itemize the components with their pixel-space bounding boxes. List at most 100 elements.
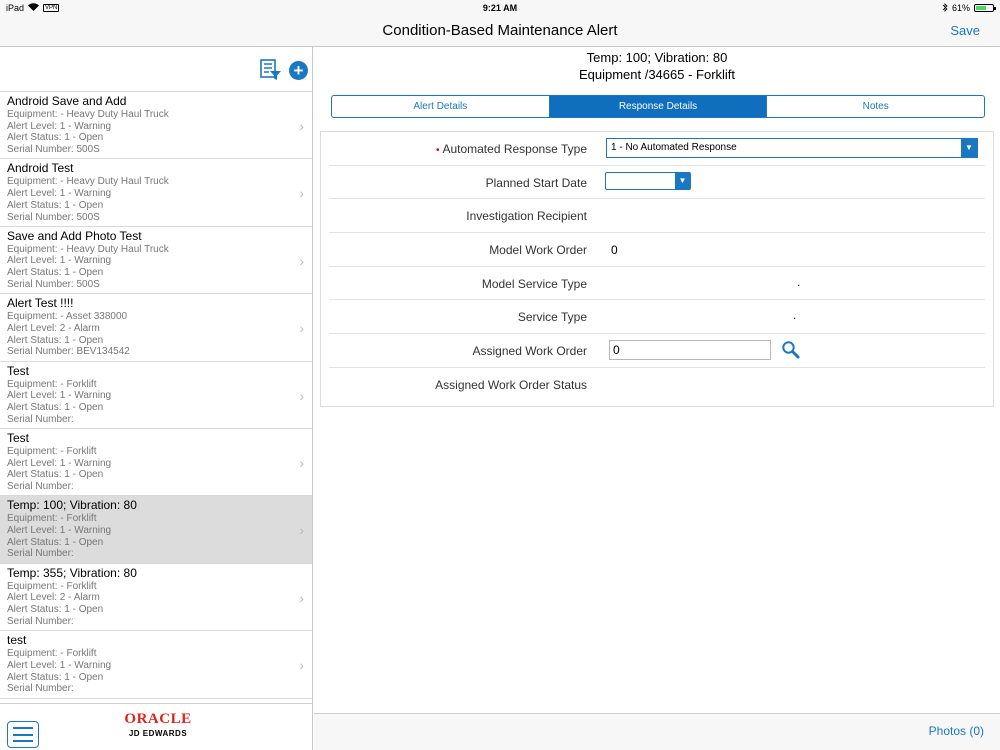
- alert-equipment: Equipment: - Forklift: [7, 445, 97, 457]
- alert-status: Alert Status: 1 - Open: [7, 132, 104, 144]
- automated-response-type-row: • Automated Response Type 1 - No Automate…: [329, 132, 985, 166]
- alert-level: Alert Level: 1 - Warning: [7, 188, 112, 200]
- dropdown-arrow-icon: ▼: [675, 172, 690, 189]
- alert-level: Alert Level: 1 - Warning: [7, 525, 112, 537]
- response-details-form: • Automated Response Type 1 - No Automate…: [320, 131, 994, 407]
- status-bar: iPad VPN 9:21 AM 61%: [0, 0, 1000, 16]
- left-footer: ORACLE JD EDWARDS: [0, 703, 312, 750]
- automated-response-type-select[interactable]: 1 - No Automated Response ▼: [606, 138, 978, 158]
- nav-bar: Condition-Based Maintenance Alert Save: [0, 16, 1000, 47]
- detail-alert-title: Temp: 100; Vibration: 80: [586, 50, 728, 65]
- list-toolbar: +: [0, 47, 312, 92]
- alert-list-item[interactable]: Test Equipment: - Forklift Alert Level: 1 …: [0, 362, 312, 429]
- chevron-right-icon: ›: [299, 387, 304, 404]
- alert-equipment: Equipment: - Forklift: [7, 648, 97, 660]
- chevron-right-icon: ›: [299, 252, 304, 269]
- chevron-right-icon: ›: [299, 185, 304, 202]
- add-circle-icon[interactable]: +: [289, 61, 308, 80]
- photos-button[interactable]: Photos (0): [929, 724, 984, 738]
- alert-level: Alert Level: 2 - Alarm: [7, 322, 100, 334]
- planned-start-date-picker[interactable]: ▼: [605, 171, 691, 190]
- alert-level: Alert Level: 1 - Warning: [7, 120, 112, 132]
- alert-list-item[interactable]: Save and Add Photo Test Equipment: - Heav…: [0, 227, 312, 295]
- alert-equipment: Equipment: - Asset 338000: [7, 311, 128, 323]
- logo-product: JD EDWARDS: [128, 729, 188, 738]
- alert-equipment: Equipment: - Heavy Duty Haul Truck: [7, 109, 169, 120]
- investigation-recipient-label: Investigation Recipient: [466, 209, 587, 224]
- save-button[interactable]: Save: [950, 23, 980, 38]
- model-service-type-value: .: [797, 274, 801, 289]
- tab-alert-details[interactable]: Alert Details: [332, 96, 550, 117]
- alert-equipment: Equipment: - Heavy Duty Haul Truck: [7, 176, 169, 188]
- alert-list-panel: + Android Save and Add Equipment: - Heavy…: [0, 47, 313, 750]
- investigation-recipient-row: Investigation Recipient: [329, 199, 985, 234]
- chevron-right-icon: ›: [299, 118, 304, 134]
- alert-serial: Serial Number: 500S: [7, 211, 100, 223]
- alert-serial: Serial Number:: [7, 615, 74, 627]
- planned-start-date-row: Planned Start Date ▼: [329, 166, 985, 200]
- alert-list-item[interactable]: Temp: 355; Vibration: 80 Equipment: - For…: [0, 564, 312, 632]
- automated-response-type-value: 1 - No Automated Response: [611, 142, 737, 153]
- tab-response-details[interactable]: Response Details: [549, 96, 768, 117]
- battery-icon: [974, 4, 996, 12]
- logo-brand: ORACLE: [124, 711, 192, 727]
- alert-status: Alert Status: 1 - Open: [7, 401, 104, 413]
- alert-level: Alert Level: 1 - Warning: [7, 659, 112, 671]
- planned-start-date-label: Planned Start Date: [485, 175, 587, 190]
- service-type-label: Service Type: [517, 310, 587, 325]
- tab-notes[interactable]: Notes: [767, 96, 984, 117]
- alert-level: Alert Level: 1 - Warning: [7, 457, 112, 469]
- alert-title: Temp: 100; Vibration: 80: [7, 498, 137, 513]
- alert-list-item[interactable]: Test Equipment: - Forklift Alert Level: 1 …: [0, 429, 312, 497]
- alert-list-item[interactable]: Android Test Equipment: - Heavy Duty Haul…: [0, 159, 312, 227]
- alert-status: Alert Status: 1 - Open: [7, 334, 104, 346]
- detail-equipment: Equipment /34665 - Forklift: [578, 67, 736, 82]
- hamburger-menu-icon[interactable]: [7, 721, 39, 748]
- alert-title: Android Save and Add: [7, 94, 127, 108]
- alert-equipment: Equipment: - Heavy Duty Haul Truck: [7, 243, 169, 255]
- chevron-right-icon: ›: [299, 522, 304, 539]
- alert-title: Test: [7, 363, 30, 378]
- chevron-right-icon: ›: [299, 454, 304, 471]
- chevron-right-icon: ›: [299, 589, 304, 606]
- alert-status: Alert Status: 1 - Open: [7, 536, 104, 548]
- assigned-work-order-row: Assigned Work Order: [329, 334, 985, 368]
- model-service-type-label: Model Service Type: [481, 276, 587, 291]
- filter-list-icon[interactable]: [260, 59, 282, 81]
- assigned-work-order-status-label: Assigned Work Order Status: [435, 377, 587, 392]
- alert-title: Save and Add Photo Test: [7, 228, 142, 243]
- clock: 9:21 AM: [482, 3, 518, 13]
- detail-header: Temp: 100; Vibration: 80 Equipment /3466…: [314, 47, 1000, 83]
- model-work-order-value: 0: [611, 243, 618, 258]
- alert-status: Alert Status: 1 - Open: [7, 604, 104, 616]
- alert-title: Test: [7, 430, 30, 445]
- required-marker: •: [435, 145, 440, 156]
- alert-serial: Serial Number:: [7, 481, 74, 493]
- alert-list-item[interactable]: Alert Test !!!! Equipment: - Asset 338000…: [0, 294, 312, 362]
- alert-list-item[interactable]: Temp: 100; Vibration: 80 Equipment: - For…: [0, 496, 312, 564]
- alert-list-item[interactable]: test Equipment: - Forklift Alert Level: 1 …: [0, 631, 312, 699]
- alert-serial: Serial Number:: [7, 548, 74, 560]
- automated-response-type-label: Automated Response Type: [442, 142, 587, 156]
- alert-equipment: Equipment: - Forklift: [7, 378, 97, 390]
- alert-status: Alert Status: 1 - Open: [7, 671, 104, 683]
- alert-serial: Serial Number: BEV134542: [7, 346, 130, 358]
- alert-status: Alert Status: 1 - Open: [7, 469, 104, 481]
- alert-list-item[interactable]: Android Save and Add Equipment: - Heavy D…: [0, 92, 312, 160]
- model-service-type-row: Model Service Type .: [329, 267, 985, 301]
- detail-tabs: Alert Details Response Details Notes: [331, 95, 985, 118]
- alert-equipment: Equipment: - Forklift: [7, 513, 97, 525]
- assigned-work-order-input[interactable]: [609, 340, 771, 361]
- page-title: Condition-Based Maintenance Alert: [382, 22, 618, 39]
- alert-list: Android Save and Add Equipment: - Heavy D…: [0, 92, 312, 699]
- alert-serial: Serial Number:: [7, 683, 74, 695]
- alert-detail-panel: Temp: 100; Vibration: 80 Equipment /3466…: [314, 47, 1000, 750]
- chevron-right-icon: ›: [299, 320, 304, 337]
- alert-serial: Serial Number: 500S: [7, 144, 100, 156]
- model-work-order-row: Model Work Order 0: [329, 233, 985, 267]
- oracle-jde-logo: ORACLE JD EDWARDS: [118, 711, 198, 738]
- alert-level: Alert Level: 1 - Warning: [7, 390, 112, 402]
- magnifier-search-icon[interactable]: [781, 340, 801, 360]
- alert-title: Temp: 355; Vibration: 80: [7, 565, 137, 580]
- chevron-right-icon: ›: [299, 657, 304, 674]
